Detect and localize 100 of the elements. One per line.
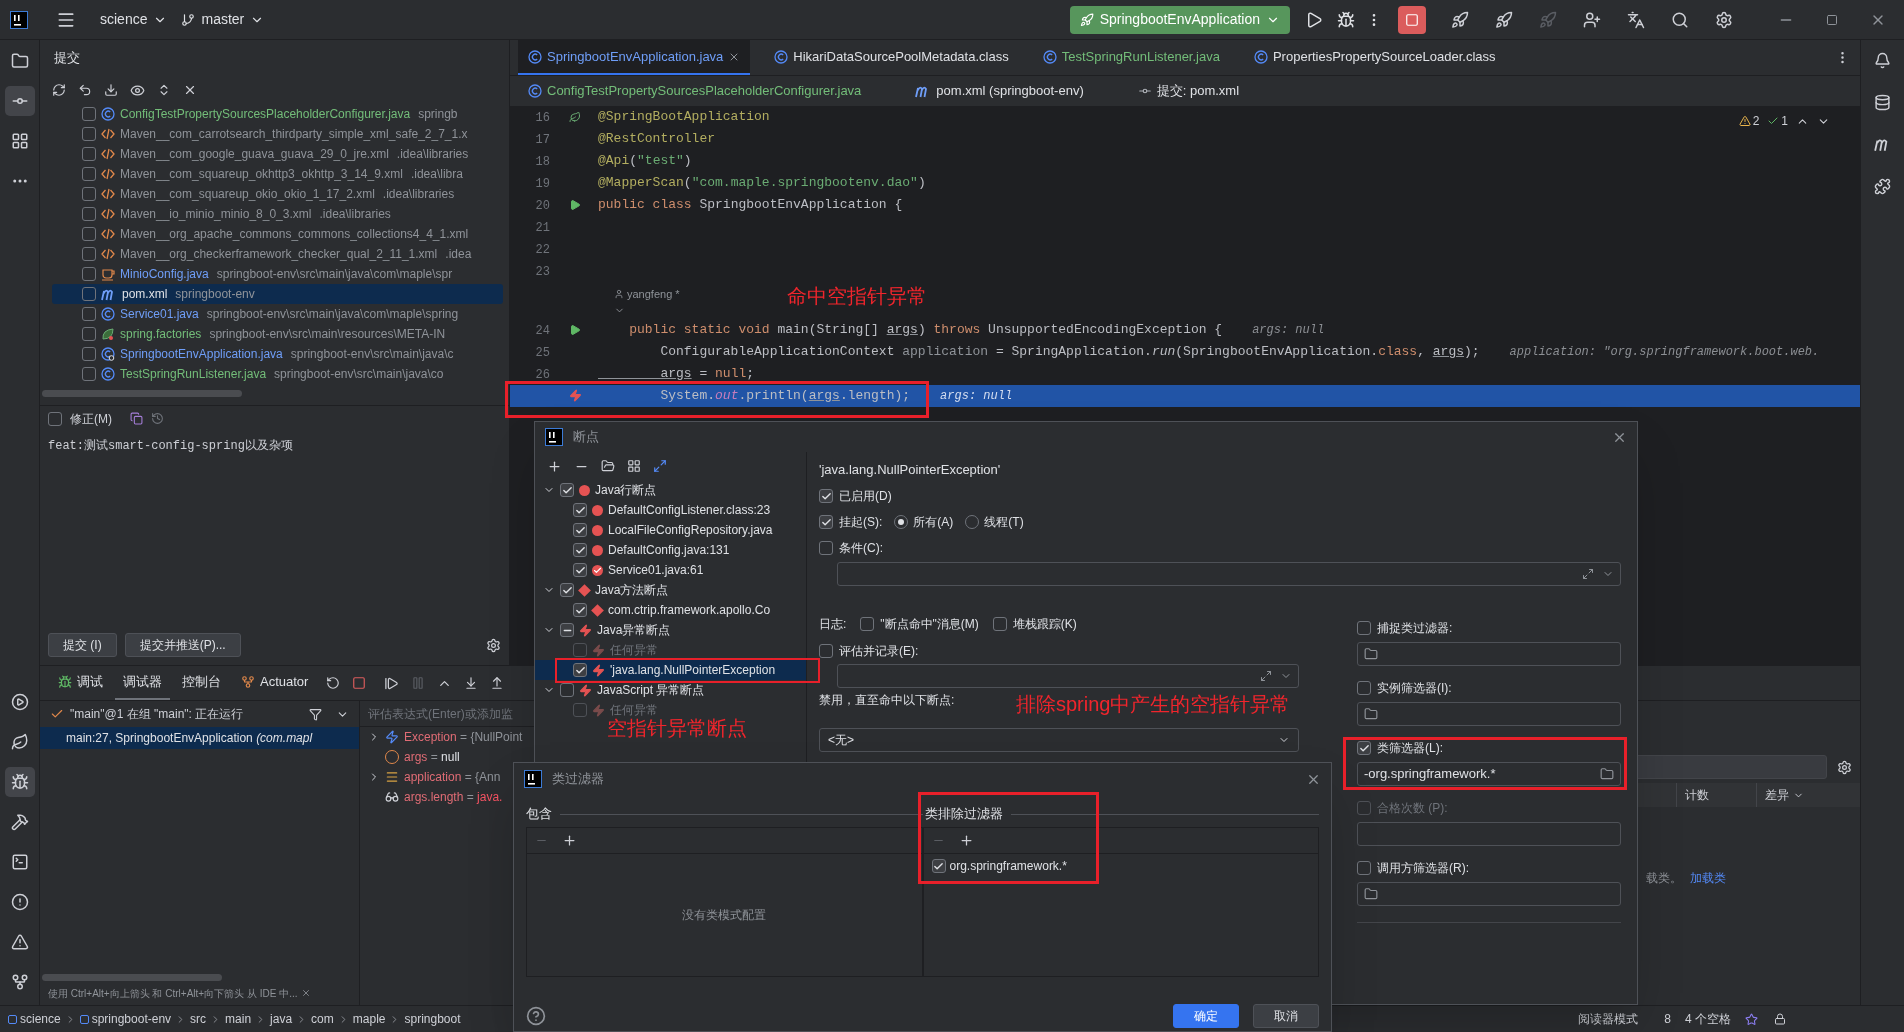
load-classes-link[interactable]: 加载类 (1690, 869, 1726, 887)
checkbox[interactable] (573, 603, 587, 617)
breakpoint-label[interactable]: com.ctrip.framework.apollo.Co (608, 603, 771, 617)
checkbox[interactable] (573, 543, 587, 557)
expand-icon[interactable] (1582, 568, 1594, 580)
settings-icon[interactable] (486, 637, 501, 653)
breadcrumb-item[interactable]: science (8, 1010, 61, 1028)
file-row[interactable]: Maven__org_apache_commons_commons_collections4_4_1.xml (52, 224, 503, 244)
filter-field[interactable]: -org.springframework.* (1357, 762, 1621, 786)
commit-message[interactable]: feat:测试smart-config-spring以及杂项 (48, 439, 293, 453)
breadcrumb-item[interactable]: springboot-env (79, 1010, 172, 1028)
lock-icon[interactable] (1774, 1013, 1786, 1025)
breakpoint-label[interactable]: 'java.lang.NullPointerException (610, 663, 776, 677)
scrollbar[interactable] (42, 974, 222, 981)
file-row[interactable]: spring.factories springboot-env\src\main\resources\META-IN (52, 324, 503, 344)
tree-group-label[interactable]: JavaScript 异常断点 (597, 683, 705, 697)
folder-icon[interactable] (1600, 767, 1614, 781)
indent-setting[interactable]: 4 个空格 (1685, 1010, 1731, 1028)
tree-group-label[interactable]: Java异常断点 (597, 623, 671, 637)
file-row[interactable]: Maven__com_squareup_okhttp3_okhttp_3_14_9.xml .idea\libra (52, 164, 503, 184)
reader-mode-label[interactable]: 阅读器模式 (1578, 1010, 1639, 1028)
checkbox[interactable] (1357, 681, 1371, 695)
checkbox[interactable] (82, 187, 96, 201)
checkbox[interactable] (560, 483, 574, 497)
checkbox[interactable] (82, 147, 96, 161)
filter-icon[interactable] (309, 707, 322, 721)
checkbox[interactable] (82, 267, 96, 281)
star-icon[interactable] (1745, 1012, 1758, 1026)
file-row[interactable]: SpringbootEnvApplication.java springboot-env\src\main\java\c (52, 344, 503, 364)
filter-pattern[interactable]: org.springframework.* (949, 857, 1067, 875)
filter-field[interactable] (1357, 882, 1621, 906)
history-icon[interactable] (151, 412, 164, 425)
checkbox[interactable] (82, 287, 96, 301)
checkbox[interactable] (573, 663, 587, 677)
checkbox[interactable] (560, 623, 574, 637)
column-header[interactable]: 差异 (1765, 786, 1789, 804)
checkbox[interactable] (48, 411, 62, 426)
checkbox[interactable] (82, 127, 96, 141)
resume-icon[interactable] (384, 675, 400, 691)
checkbox[interactable] (1357, 861, 1371, 875)
commit-button[interactable]: 提交 (I) (48, 633, 117, 657)
breadcrumb-item[interactable]: src (190, 1010, 207, 1028)
breadcrumb-item[interactable]: main (225, 1010, 252, 1028)
refresh-icon[interactable] (52, 83, 66, 97)
breakpoint-label[interactable]: Service01.java:61 (608, 563, 704, 577)
commit-push-button[interactable]: 提交并推送(P)... (124, 633, 241, 657)
file-row[interactable]: Maven__org_checkerframework_checker_qual_2_11_1.xml .idea (52, 244, 503, 264)
rollback-icon[interactable] (78, 83, 92, 97)
stop-icon[interactable] (1398, 5, 1426, 34)
checkbox[interactable] (82, 347, 96, 361)
filter-field[interactable] (1357, 642, 1621, 666)
settings-icon[interactable] (1837, 759, 1852, 775)
ok-button[interactable]: 确定 (1173, 1004, 1239, 1028)
folder-icon[interactable] (1364, 887, 1378, 901)
file-row[interactable]: ConfigTestPropertySourcesPlaceholderConfigurer.java springb (52, 104, 503, 124)
breakpoint-label[interactable]: LocalFileConfigRepository.java (608, 523, 773, 537)
editor-tab[interactable]: ConfigTestPropertySourcesPlaceholderConfigurer.java (547, 81, 862, 101)
checkbox[interactable] (560, 683, 574, 697)
commit-icon[interactable] (4, 86, 35, 116)
branch-dropdown[interactable]: master (201, 9, 245, 30)
help-icon[interactable] (526, 1006, 546, 1026)
condition-field[interactable] (837, 562, 1621, 586)
run-gutter-icon[interactable] (569, 199, 581, 211)
file-row[interactable]: Maven__com_carrotsearch_thirdparty_simple_xml_safe_2_7_1.x (52, 124, 503, 144)
variable-row[interactable]: Exception = {NullPoint (404, 728, 523, 746)
file-row[interactable]: Maven__com_google_guava_guava_29_0_jre.xml .idea\libraries (52, 144, 503, 164)
breadcrumb-item[interactable]: maple (352, 1010, 386, 1028)
rerun-icon[interactable] (326, 676, 341, 690)
checkbox[interactable] (82, 247, 96, 261)
editor-tab[interactable]: HikariDataSourcePoolMetadata.class (764, 40, 1019, 75)
checkbox[interactable] (82, 167, 96, 181)
file-row[interactable]: pom.xml springboot-env (52, 284, 503, 304)
checkbox[interactable] (819, 541, 833, 555)
checkbox[interactable] (992, 617, 1007, 631)
add-icon[interactable] (562, 833, 577, 848)
scrollbar[interactable] (42, 390, 242, 397)
checkbox[interactable] (82, 367, 96, 381)
add-icon[interactable] (958, 833, 974, 848)
evaluate-field[interactable] (837, 664, 1299, 688)
checkbox[interactable] (860, 617, 875, 631)
checkbox[interactable] (82, 327, 96, 341)
checkbox[interactable] (82, 227, 96, 241)
stack-frame[interactable]: main:27, SpringbootEnvApplication (com.mapl (66, 731, 313, 745)
expand-icon[interactable] (1260, 670, 1272, 682)
breakpoint-label[interactable]: DefaultConfig.java:131 (608, 543, 730, 557)
checkbox[interactable] (560, 583, 574, 597)
file-row[interactable]: Maven__io_minio_minio_8_0_3.xml .idea\libraries (52, 204, 503, 224)
close-icon[interactable] (301, 988, 312, 998)
step-into-icon[interactable] (464, 676, 479, 690)
checkbox[interactable] (819, 515, 833, 529)
debug-tab[interactable]: 控制台 (174, 666, 229, 700)
debug-tab[interactable]: 调试 (50, 666, 111, 700)
checkbox[interactable] (931, 859, 946, 873)
breadcrumb-item[interactable]: com (311, 1010, 334, 1028)
folder-icon[interactable] (1364, 707, 1378, 721)
folder-icon[interactable] (1364, 647, 1378, 661)
breadcrumb-item[interactable]: java (270, 1010, 293, 1028)
debug-tab[interactable]: 调试器 (115, 666, 170, 700)
run-config-dropdown[interactable]: SpringbootEnvApplication (1069, 5, 1290, 34)
debug-icon[interactable] (4, 767, 35, 797)
